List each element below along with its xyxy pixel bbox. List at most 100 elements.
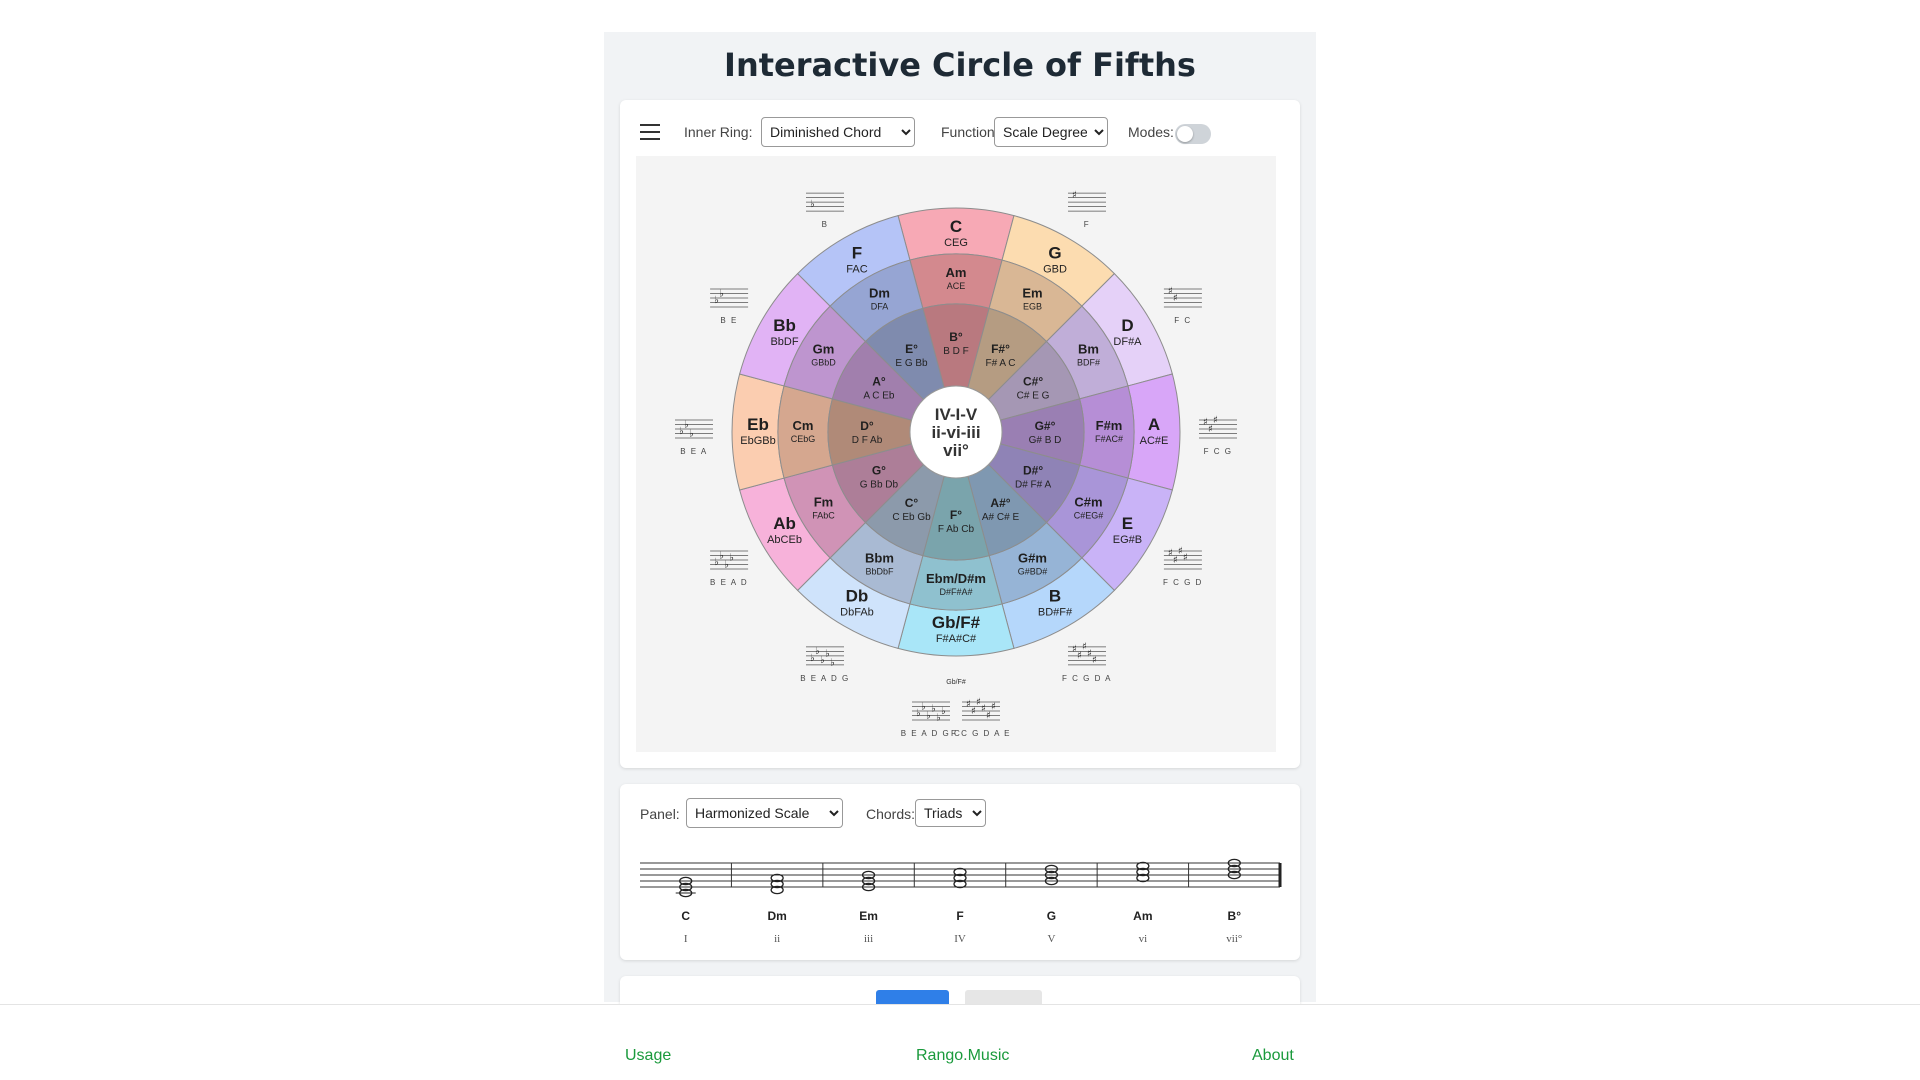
harmonized-scale-panel: Panel: Harmonized Scale Chords: Triads C… [620,784,1300,960]
dim-chord-name: B° [949,330,963,344]
dim-chord-notes: A# C# E [982,512,1020,523]
dim-chord-notes: B D F [943,346,969,357]
key-signature-4: ♯♯♯♯F C G D [1163,546,1203,587]
key-signature-9: ♭♭♭B E A [675,419,713,456]
major-segment-eb[interactable]: EbEbGBb [731,373,785,491]
minor-chord-notes: EGB [1023,301,1042,311]
dim-chord-notes: F Ab Cb [938,524,975,535]
minor-chord-notes: G#BD# [1018,567,1048,577]
dim-chord-notes: E G Bb [895,358,928,369]
key-sig-label: F C G D [1163,578,1203,587]
major-chord-name: G [1048,244,1061,263]
major-chord-notes: BbDF [770,336,798,348]
menu-icon[interactable] [640,124,660,140]
minor-chord-notes: BbDbF [865,567,894,577]
chord-name-label: Am [1133,909,1152,923]
center-function-text: ii-vi-iii [931,423,980,442]
about-link[interactable]: About [1252,1047,1294,1065]
dim-chord-notes: D F Ab [852,435,883,446]
minor-segment-cm[interactable]: CmCEbG [777,385,833,479]
chord-name-label: B° [1228,909,1242,923]
major-chord-name: E [1122,514,1133,533]
harmonized-staff: CI Dm ii Emiii FIV GV Am vi B°vii° [640,858,1282,945]
major-chord-notes: CEG [944,237,968,249]
major-segment-gb-fsharp[interactable]: Gb/F#F#A#C# [897,603,1015,657]
usage-link[interactable]: Usage [625,1047,671,1065]
key-sig-accidental: ♭ [719,288,724,299]
major-chord-name: F [852,244,862,263]
key-signature-11: ♭B [806,192,844,229]
minor-chord-notes: DFA [871,301,889,311]
minor-segment-ebm-dsharpm[interactable]: Ebm/D#mD#F#A# [909,555,1003,611]
minor-chord-notes: ACE [947,281,966,291]
key-signature-3: ♯♯♯F C G [1199,415,1237,456]
major-chord-name: A [1148,415,1160,434]
minor-chord-notes: GBbD [811,358,836,368]
minor-chord-name: Cm [793,418,814,433]
major-chord-name: Bb [773,316,796,335]
minor-chord-name: Em [1022,285,1042,300]
major-chord-notes: BD#F# [1038,606,1073,618]
minor-chord-notes: D#F#A# [939,587,972,597]
minor-segment-am[interactable]: AmACE [909,253,1003,309]
circle-of-fifths[interactable]: CCEGGGBDDDF#AAAC#EEEG#BBBD#F#Gb/F#F#A#C#… [636,156,1276,752]
chord-degree-label: ii [774,933,780,945]
modes-label: Modes: [1128,124,1174,140]
function-select[interactable]: Scale Degree [994,117,1108,147]
minor-chord-name: Gm [813,342,835,357]
footer: Usage Rango.Music About [0,1004,1920,1080]
key-signature-7: ♭♭♭♭♭B E A D G [800,646,850,683]
key-sig-accidental: ♭ [830,657,835,668]
scale-chord[interactable]: B° vii° [1226,858,1242,945]
chord-name-label: Dm [767,909,786,923]
key-sig-label: F C G [1204,447,1233,456]
major-chord-notes: F#A#C# [936,633,977,645]
dim-chord-name: C° [905,496,919,510]
circle-of-fifths-area: C CEG G GBD D DF#A A AC#E E EG#B B BD#F# Gb/F# F#A#C#… [636,156,1276,752]
key-signature-1: ♯F [1068,190,1106,229]
app-container: Interactive Circle of Fifths Inner Ring:… [604,32,1316,1016]
inner-ring-select[interactable]: Diminished Chord [761,117,915,147]
major-chord-name: C [950,217,962,236]
dim-chord-notes: C# E G [1017,391,1050,402]
key-sig-label: F C G D A [1062,674,1112,683]
minor-segment-fsharpm[interactable]: F#mF#AC# [1079,385,1135,479]
key-sig-accidental: ♯ [991,701,996,712]
minor-chord-name: Ebm/D#m [926,571,986,586]
chord-name-label: C [681,909,690,923]
brand-link[interactable]: Rango.Music [916,1047,1009,1065]
dim-chord-name: D#° [1023,464,1043,478]
key-signature-10: ♭♭B E [710,288,749,325]
key-signature-fsharp: ♯♯♯♯♯♯F C G D A E [951,697,1011,738]
key-sig-accidental: ♯ [1173,293,1178,304]
modes-toggle[interactable] [1175,124,1211,144]
scale-chord[interactable]: Em iii [859,870,878,945]
major-chord-name: B [1049,586,1061,605]
key-sig-accidental: ♭ [689,428,694,439]
minor-chord-notes: F#AC# [1095,434,1123,444]
key-sig-label: B E A D G [800,674,850,683]
major-chord-notes: GBD [1043,264,1067,276]
major-chord-name: D [1121,316,1133,335]
chord-degree-label: vi [1139,933,1148,945]
major-chord-notes: EbGBb [740,435,775,447]
key-sig-label: F C G D A E [951,729,1011,738]
circle-card: Inner Ring: Diminished Chord Function: S… [620,100,1300,768]
scale-chord[interactable]: F IV [953,867,967,945]
minor-chord-name: Dm [869,285,890,300]
scale-chord[interactable]: CI [675,876,696,945]
minor-chord-notes: C#EG# [1074,511,1104,521]
minor-chord-notes: CEbG [791,434,816,444]
dim-chord-name: G#° [1035,419,1056,433]
dim-chord-notes: C Eb Gb [892,512,931,523]
scale-chord[interactable]: Dm ii [767,873,787,945]
major-chord-notes: DF#A [1113,336,1142,348]
dim-chord-notes: G Bb Db [860,480,899,491]
key-sig-label: B [822,220,829,229]
function-label: Function: [941,124,999,140]
major-segment-a[interactable]: AAC#E [1127,373,1181,491]
major-segment-c[interactable]: CCEG [897,207,1015,261]
dim-chord-notes: F# A C [985,358,1015,369]
scale-chord[interactable]: GV [1044,864,1059,945]
key-sig-accidental: ♭ [941,706,946,717]
